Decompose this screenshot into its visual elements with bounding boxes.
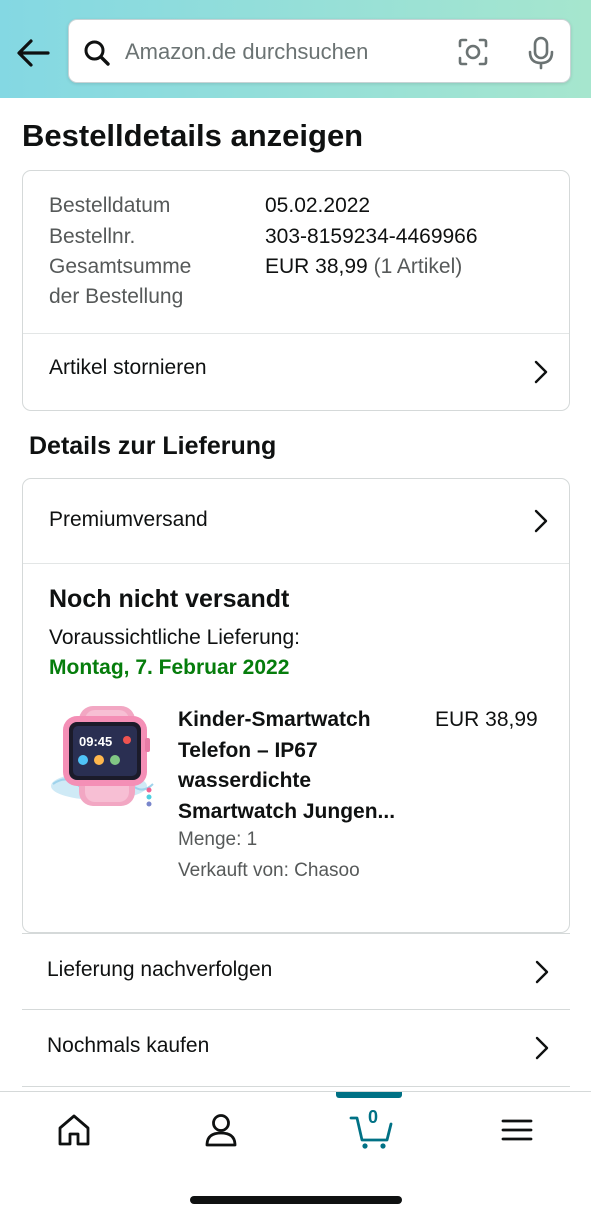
eta-date: Montag, 7. Februar 2022 bbox=[49, 656, 290, 679]
bottom-navigation: 0 bbox=[0, 1091, 591, 1216]
shipment-status: Noch nicht versandt bbox=[49, 585, 290, 613]
product-title-link[interactable]: Kinder-Smartwatch Telefon – IP67 wasserd… bbox=[178, 705, 418, 827]
svg-text:09:45: 09:45 bbox=[79, 734, 112, 749]
order-total-label-line1: Gesamtsumme bbox=[49, 255, 192, 278]
order-item-count: (1 Artikel) bbox=[373, 255, 463, 278]
chevron-right-icon bbox=[534, 509, 548, 533]
microphone-icon[interactable] bbox=[527, 36, 555, 70]
delivery-card: Premiumversand Noch nicht versandt Vorau… bbox=[22, 478, 570, 933]
product-price: EUR 38,99 bbox=[435, 708, 538, 731]
divider bbox=[23, 563, 569, 564]
shipping-method-row[interactable]: Premiumversand bbox=[23, 479, 569, 563]
home-icon[interactable] bbox=[54, 1110, 94, 1150]
eta-label: Voraussichtliche Lieferung: bbox=[49, 626, 300, 649]
active-tab-indicator bbox=[336, 1092, 402, 1098]
cart-button[interactable]: 0 bbox=[349, 1107, 395, 1150]
order-total-label-line2: der Bestellung bbox=[49, 285, 184, 308]
cart-count-badge: 0 bbox=[367, 1107, 378, 1127]
chevron-right-icon bbox=[535, 960, 549, 984]
product-seller: Verkauft von: Chasoo bbox=[178, 860, 360, 881]
home-indicator-bar[interactable] bbox=[190, 1196, 402, 1204]
order-number-label: Bestellnr. bbox=[49, 225, 136, 248]
back-arrow-icon[interactable] bbox=[14, 36, 52, 70]
search-input[interactable] bbox=[125, 33, 445, 71]
order-date-label: Bestelldatum bbox=[49, 194, 171, 217]
search-icon bbox=[84, 40, 110, 66]
buy-again-label: Nochmals kaufen bbox=[47, 1034, 210, 1057]
cancel-items-label: Artikel stornieren bbox=[49, 356, 207, 379]
page-title: Bestelldetails anzeigen bbox=[22, 118, 364, 153]
app-header bbox=[0, 0, 591, 98]
search-bar[interactable] bbox=[68, 19, 571, 83]
track-delivery-label: Lieferung nachverfolgen bbox=[47, 958, 273, 981]
menu-icon[interactable] bbox=[497, 1110, 537, 1150]
shipping-method-label: Premiumversand bbox=[49, 508, 208, 531]
camera-scan-icon[interactable] bbox=[457, 37, 489, 67]
product-image[interactable]: 09:45 bbox=[49, 704, 155, 810]
account-icon[interactable] bbox=[201, 1110, 241, 1150]
delivery-section-title: Details zur Lieferung bbox=[29, 432, 277, 460]
chevron-right-icon bbox=[534, 360, 548, 384]
order-total-value: EUR 38,99 (1 Artikel) bbox=[265, 252, 462, 282]
order-number-value: 303-8159234-4469966 bbox=[265, 225, 478, 248]
track-delivery-row[interactable]: Lieferung nachverfolgen bbox=[22, 933, 570, 1010]
buy-again-row[interactable]: Nochmals kaufen bbox=[22, 1010, 570, 1087]
order-date-value: 05.02.2022 bbox=[265, 194, 371, 217]
cancel-items-row[interactable]: Artikel stornieren bbox=[23, 334, 569, 410]
product-quantity: Menge: 1 bbox=[178, 829, 258, 850]
order-total-amount: EUR 38,99 bbox=[265, 255, 368, 278]
order-summary-card: Bestelldatum 05.02.2022 Bestellnr. 303-8… bbox=[22, 170, 570, 411]
chevron-right-icon bbox=[535, 1036, 549, 1060]
